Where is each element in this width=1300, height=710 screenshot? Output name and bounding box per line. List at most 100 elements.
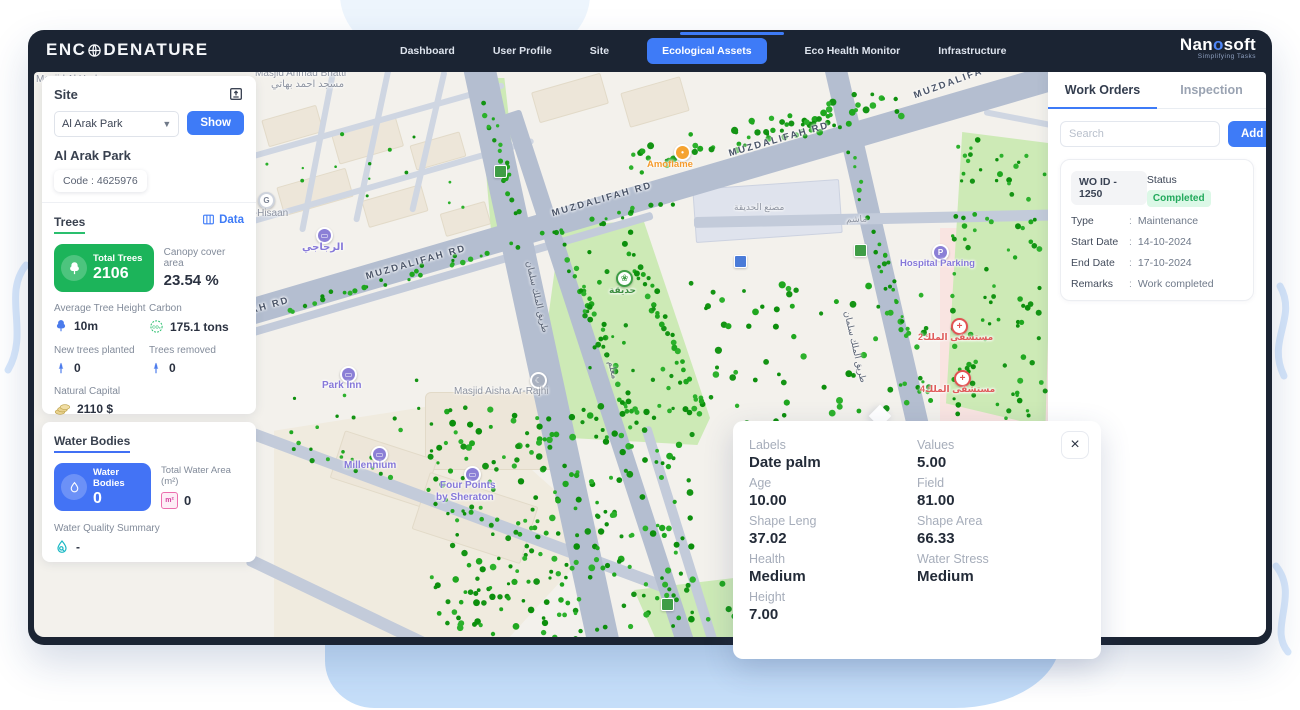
water-area-value: 0 (184, 493, 191, 508)
site-select-value: Al Arak Park (62, 118, 123, 130)
divider (42, 202, 256, 203)
water-quality-icon (54, 539, 70, 555)
panel-tabs: Work Orders Inspection (1048, 72, 1266, 109)
planted-value: 0 (74, 361, 81, 375)
map-label: مسجد احمد بهاتي (271, 79, 344, 90)
nav-user-profile[interactable]: User Profile (493, 45, 552, 57)
svg-text:CO₂: CO₂ (152, 324, 161, 329)
nav-eco-health-monitor[interactable]: Eco Health Monitor (805, 45, 901, 57)
popup-left-column: Labels Date palm Age 10.00 Shape Leng 37… (749, 433, 917, 623)
map-label: by Sheraton (436, 492, 494, 503)
search-input[interactable] (1060, 121, 1220, 147)
sapling-icon (149, 361, 163, 375)
avg-height-label: Average Tree Height (54, 303, 149, 314)
nav-site[interactable]: Site (590, 45, 609, 57)
top-navbar: ENC DENATURE Dashboard User Profile Site… (28, 30, 1272, 72)
map-label: حديقة (609, 285, 636, 296)
water-panel: Water Bodies Water Bodies 0 Total Water … (42, 422, 256, 562)
avg-height-value: 10m (74, 319, 98, 333)
total-trees-value: 2106 (93, 265, 142, 283)
site-panel: Site Al Arak Park ▼ Show Al Arak Park Co… (42, 76, 256, 414)
map-label: Masjid Aisha Ar-Rajhi (454, 386, 548, 397)
site-select[interactable]: Al Arak Park ▼ (54, 111, 179, 137)
map-label: مستشفى الملك4 (920, 384, 995, 395)
coins-icon (54, 403, 71, 416)
site-panel-title: Site (54, 87, 78, 102)
carbon-label: Carbon (149, 303, 244, 314)
map-label: مصنع الحديقة (734, 202, 784, 213)
status-badge: Completed (1147, 190, 1211, 207)
removed-label: Trees removed (149, 345, 244, 356)
canopy-label: Canopy cover area (164, 247, 244, 269)
water-card-label: Water Bodies (93, 467, 144, 489)
tree-icon (54, 319, 68, 333)
work-order-card[interactable]: WO ID - 1250 Status Completed TypeMainte… (1060, 159, 1254, 301)
route-shield-icon (661, 598, 674, 611)
show-button[interactable]: Show (187, 111, 244, 135)
route-shield-icon (854, 244, 867, 257)
export-icon[interactable] (228, 86, 244, 102)
close-icon[interactable]: × (1061, 431, 1089, 459)
trees-section-title: Trees (54, 215, 85, 234)
water-section-title: Water Bodies (54, 434, 130, 453)
main-nav: Dashboard User Profile Site Ecological A… (400, 30, 1006, 72)
popup-field-label: Values (917, 438, 1085, 452)
encodenature-logo[interactable]: ENC DENATURE (46, 40, 209, 60)
work-order-id: WO ID - 1250 (1071, 171, 1147, 205)
map-label: Amoflame (647, 159, 693, 170)
nanosoft-logo: Nanosoft Simplifying Tasks (1180, 35, 1256, 60)
map-label: Park Inn (322, 380, 361, 391)
data-link[interactable]: Data (202, 213, 244, 226)
nav-infrastructure[interactable]: Infrastructure (938, 45, 1006, 57)
route-shield-icon (734, 255, 747, 268)
co2-icon: CO₂ (149, 319, 164, 334)
removed-value: 0 (169, 361, 176, 375)
popup-field-label: Shape Area (917, 514, 1085, 528)
feature-popup: × Labels Date palm Age 10.00 Shape Leng … (733, 421, 1101, 659)
popup-field-value: Medium (749, 568, 917, 585)
capital-value: 2110 $ (77, 402, 113, 416)
map-label: Masjid Ahmad Bhatti (255, 72, 346, 79)
map-label: Four Points (440, 480, 496, 491)
tab-work-orders[interactable]: Work Orders (1048, 72, 1157, 108)
water-drop-icon (61, 474, 87, 500)
add-button[interactable]: Add (1228, 121, 1266, 147)
popup-field-label: Shape Leng (749, 514, 917, 528)
status-label: Status (1147, 174, 1177, 186)
logo-text-right: DENATURE (103, 40, 208, 60)
globe-icon (87, 43, 102, 58)
canopy-value: 23.54 % (164, 272, 244, 289)
carbon-value: 175.1 tons (170, 320, 229, 334)
site-name: Al Arak Park (54, 148, 244, 163)
route-shield-icon (494, 165, 507, 178)
popup-right-column: Values 5.00 Field 81.00 Shape Area 66.33… (917, 433, 1085, 623)
map-label: Millennium (344, 460, 396, 471)
water-quality-value: - (76, 540, 80, 554)
popup-field-label: Labels (749, 438, 917, 452)
total-trees-card: Total Trees 2106 (54, 244, 154, 292)
water-area-label: Total Water Area (m²) (161, 465, 244, 487)
water-bodies-card: Water Bodies 0 (54, 463, 151, 511)
map-label: الرجاجي (302, 242, 344, 253)
sapling-icon (54, 361, 68, 375)
nav-dashboard[interactable]: Dashboard (400, 45, 455, 57)
popup-field-label: Water Stress (917, 552, 1085, 566)
tab-inspection[interactable]: Inspection (1157, 72, 1266, 108)
total-trees-label: Total Trees (93, 253, 142, 264)
popup-field-value: 10.00 (749, 492, 917, 509)
popup-field-label: Height (749, 590, 917, 604)
popup-field-value: 66.33 (917, 530, 1085, 547)
work-order-row: RemarksWork completed (1071, 278, 1243, 290)
chevron-down-icon: ▼ (162, 119, 171, 129)
water-card-value: 0 (93, 490, 144, 508)
nav-ecological-assets[interactable]: Ecological Assets (647, 38, 766, 64)
place-pin-icon[interactable]: G (258, 192, 275, 209)
popup-field-value: 5.00 (917, 454, 1085, 471)
map-label: Hospital Parking (900, 258, 975, 269)
map-label: ماشم (846, 214, 867, 226)
table-icon (202, 213, 215, 226)
site-code-badge: Code : 4625976 (54, 170, 147, 192)
popup-field-value: 7.00 (749, 606, 917, 623)
popup-field-value: Date palm (749, 454, 917, 471)
square-meter-icon: m² (161, 492, 178, 509)
